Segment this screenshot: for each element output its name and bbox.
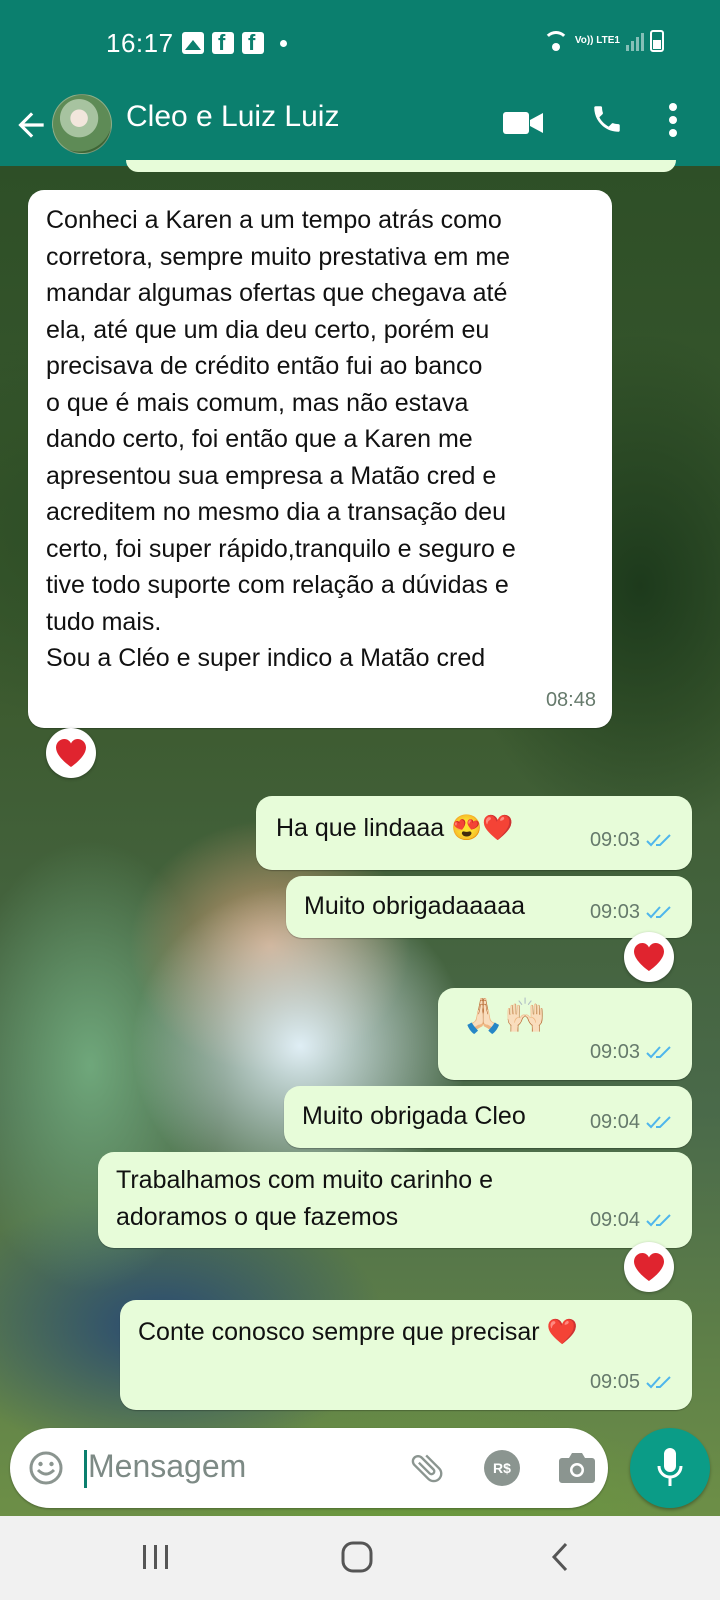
status-time: 16:17 (106, 28, 174, 58)
message-meta: 09:03 (590, 894, 674, 931)
message-bubble-outgoing[interactable]: Trabalhamos com muito carinho e adoramos… (98, 1152, 692, 1248)
double-check-icon (646, 1214, 671, 1227)
message-meta: 09:05 (590, 1364, 674, 1401)
status-bar: 16:17 Vo)) LTE1 (0, 0, 720, 86)
text-cursor (84, 1450, 87, 1488)
reaction-badge[interactable] (624, 1242, 674, 1292)
reaction-badge[interactable] (624, 932, 674, 982)
message-time: 09:04 (589, 1110, 640, 1133)
system-status-icons: Vo)) LTE1 (542, 30, 664, 52)
message-text: Muito obrigadaaaaa (304, 892, 525, 920)
message-meta: 09:04 (590, 1104, 674, 1141)
message-time: 09:05 (589, 1370, 640, 1393)
reaction-badge[interactable] (46, 728, 96, 778)
contact-name[interactable]: Cleo e Luiz Luiz (126, 100, 339, 134)
system-navigation-bar (0, 1516, 720, 1600)
message-text: Muito obrigada Cleo (302, 1102, 526, 1130)
message-composer[interactable]: Mensagem R$ (10, 1428, 608, 1508)
message-bubble-outgoing[interactable]: Muito obrigada Cleo 09:04 (284, 1086, 692, 1148)
chat-header: Cleo e Luiz Luiz (0, 86, 720, 166)
message-text: Ha que lindaaa 😍❤️ (276, 814, 514, 842)
message-emoji: 🙏🏻🙌🏻 (462, 997, 547, 1035)
heart-icon (634, 1253, 664, 1281)
voice-message-button[interactable] (630, 1428, 710, 1508)
gallery-notification-icon (182, 32, 204, 54)
message-time: 09:03 (589, 900, 640, 923)
double-check-icon (646, 1116, 671, 1129)
message-bubble-outgoing[interactable]: 🙏🏻🙌🏻 09:03 (438, 988, 692, 1080)
message-time: 09:03 (589, 1040, 640, 1063)
double-check-icon (646, 834, 671, 847)
mic-icon (657, 1448, 683, 1486)
facebook-notification-icon (242, 30, 264, 56)
battery-icon (650, 30, 664, 52)
previous-message-edge (126, 160, 676, 172)
more-options-icon[interactable] (668, 102, 678, 138)
facebook-notification-icon (212, 30, 234, 56)
heart-icon (56, 739, 86, 767)
double-check-icon (646, 906, 671, 919)
phone-icon[interactable] (590, 102, 624, 136)
message-meta: 09:03 (590, 822, 674, 859)
message-time: 09:04 (589, 1208, 640, 1231)
message-meta: 09:03 (590, 1034, 674, 1071)
recent-apps-icon[interactable] (140, 1542, 172, 1572)
back-arrow-icon[interactable] (12, 106, 50, 144)
more-notifications-dot-icon (280, 39, 287, 47)
double-check-icon (646, 1376, 671, 1389)
notification-icons (182, 30, 287, 56)
camera-icon[interactable] (558, 1450, 596, 1484)
attach-icon[interactable] (408, 1448, 446, 1488)
message-bubble-incoming[interactable]: Conheci a Karen a um tempo atrás como co… (28, 190, 612, 728)
video-call-icon[interactable] (503, 110, 543, 136)
message-input[interactable]: Mensagem (88, 1448, 246, 1485)
wifi-icon (542, 31, 569, 51)
message-time: 08:48 (545, 688, 596, 711)
nav-back-icon[interactable] (548, 1540, 572, 1574)
message-bubble-outgoing[interactable]: Conte conosco sempre que precisar ❤️ 09:… (120, 1300, 692, 1410)
home-icon[interactable] (340, 1540, 374, 1574)
message-bubble-outgoing[interactable]: Ha que lindaaa 😍❤️ 09:03 (256, 796, 692, 870)
message-bubble-outgoing[interactable]: Muito obrigadaaaaa 09:03 (286, 876, 692, 938)
avatar[interactable] (52, 94, 112, 154)
payment-icon[interactable]: R$ (484, 1450, 520, 1486)
emoji-icon[interactable] (28, 1450, 64, 1486)
signal-bars-icon (626, 31, 644, 51)
heart-icon (634, 943, 664, 971)
message-text: Conheci a Karen a um tempo atrás como co… (46, 206, 516, 672)
double-check-icon (646, 1046, 671, 1059)
message-meta: 09:04 (590, 1202, 674, 1239)
message-time: 09:03 (589, 828, 640, 851)
message-text: Conte conosco sempre que precisar ❤️ (138, 1318, 578, 1346)
network-type-label: Vo)) LTE1 (574, 35, 620, 46)
